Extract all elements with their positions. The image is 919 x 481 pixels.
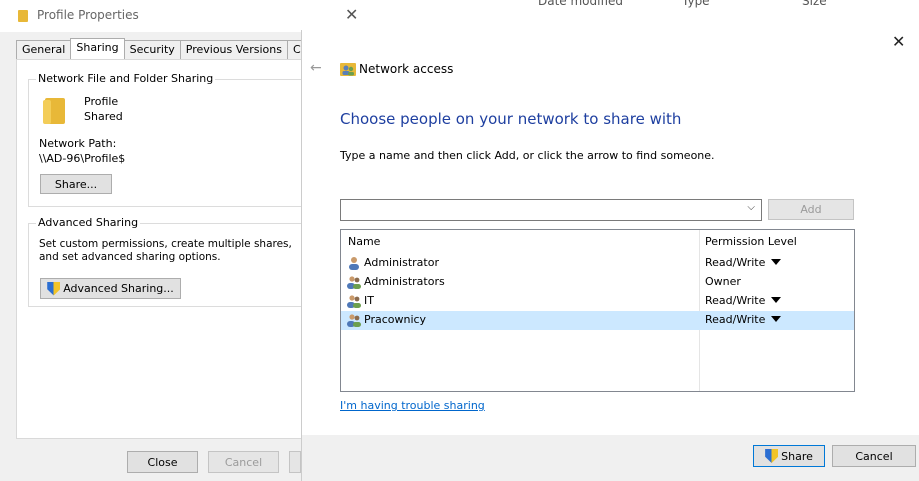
group-icon <box>347 295 361 308</box>
share-button-label: Share <box>781 449 813 463</box>
bg-column-date: Date modified <box>538 0 624 8</box>
tab-previous-versions[interactable]: Previous Versions <box>179 40 288 59</box>
back-arrow-icon[interactable]: ← <box>310 60 322 76</box>
share-button[interactable]: Share <box>753 445 825 467</box>
properties-tabs: General Sharing Security Previous Versio… <box>16 38 342 60</box>
share-button[interactable]: Share... <box>40 174 112 194</box>
cancel-button[interactable]: Cancel <box>208 451 279 473</box>
dialog-footer: Share Cancel <box>302 435 919 481</box>
row-permission[interactable]: Read/Write <box>705 294 765 307</box>
user-icon <box>349 257 359 270</box>
cancel-button[interactable]: Cancel <box>832 445 916 467</box>
row-name: Administrators <box>364 275 445 288</box>
folder-icon <box>18 10 28 22</box>
folder-status: Shared <box>84 110 123 123</box>
row-name: Administrator <box>364 256 439 269</box>
dialog-title: Network access <box>359 62 454 76</box>
page-heading: Choose people on your network to share w… <box>340 110 682 128</box>
properties-titlebar: Profile Properties ✕ <box>0 0 370 32</box>
list-row-administrator[interactable]: Administrator Read/Write <box>341 254 854 273</box>
column-header-name[interactable]: Name <box>348 235 380 248</box>
network-path-label: Network Path: <box>39 137 117 150</box>
advanced-sharing-button-label: Advanced Sharing... <box>63 282 174 295</box>
instruction-text: Type a name and then click Add, or click… <box>340 149 715 162</box>
advanced-sharing-description: Set custom permissions, create multiple … <box>39 238 292 263</box>
tab-general[interactable]: General <box>16 40 72 59</box>
network-sharing-label: Network File and Folder Sharing <box>36 72 216 85</box>
row-name: Pracownicy <box>364 313 427 326</box>
uac-shield-icon <box>47 281 61 296</box>
tab-security[interactable]: Security <box>123 40 181 59</box>
folder-name: Profile <box>84 95 119 108</box>
uac-shield-icon <box>765 449 779 463</box>
sharing-list: Name Permission Level Administrator Read… <box>340 229 855 392</box>
bg-column-size: Size <box>802 0 827 8</box>
row-permission: Owner <box>705 275 741 288</box>
dropdown-arrow-icon[interactable] <box>771 259 781 265</box>
advanced-sharing-label: Advanced Sharing <box>36 216 141 229</box>
network-sharing-icon <box>340 63 356 76</box>
column-header-permission[interactable]: Permission Level <box>705 235 797 248</box>
tab-sharing[interactable]: Sharing <box>70 38 125 60</box>
add-button[interactable]: Add <box>768 199 854 220</box>
properties-title: Profile Properties <box>37 8 139 22</box>
close-icon[interactable]: ✕ <box>345 5 358 24</box>
row-name: IT <box>364 294 374 307</box>
shared-folder-icon <box>43 98 65 124</box>
group-icon <box>347 314 361 327</box>
bg-column-type: Type <box>682 0 710 8</box>
row-permission[interactable]: Read/Write <box>705 256 765 269</box>
trouble-sharing-link[interactable]: I'm having trouble sharing <box>340 399 485 412</box>
close-button[interactable]: Close <box>127 451 198 473</box>
row-permission[interactable]: Read/Write <box>705 313 765 326</box>
apply-button[interactable] <box>289 451 301 473</box>
list-row-administrators[interactable]: Administrators Owner <box>341 273 854 292</box>
dropdown-arrow-icon[interactable] <box>771 297 781 303</box>
name-combobox[interactable]: ⌵ <box>340 199 762 221</box>
chevron-down-icon[interactable]: ⌵ <box>747 202 755 213</box>
network-access-dialog: ✕ ← Network access Choose people on your… <box>301 30 919 481</box>
advanced-sharing-button[interactable]: Advanced Sharing... <box>40 278 181 299</box>
list-row-it[interactable]: IT Read/Write <box>341 292 854 311</box>
dropdown-arrow-icon[interactable] <box>771 316 781 322</box>
close-icon[interactable]: ✕ <box>892 32 905 51</box>
network-path-value: \\AD-96\Profile$ <box>39 152 126 165</box>
group-icon <box>347 276 361 289</box>
list-row-pracownicy[interactable]: Pracownicy Read/Write <box>341 311 854 330</box>
